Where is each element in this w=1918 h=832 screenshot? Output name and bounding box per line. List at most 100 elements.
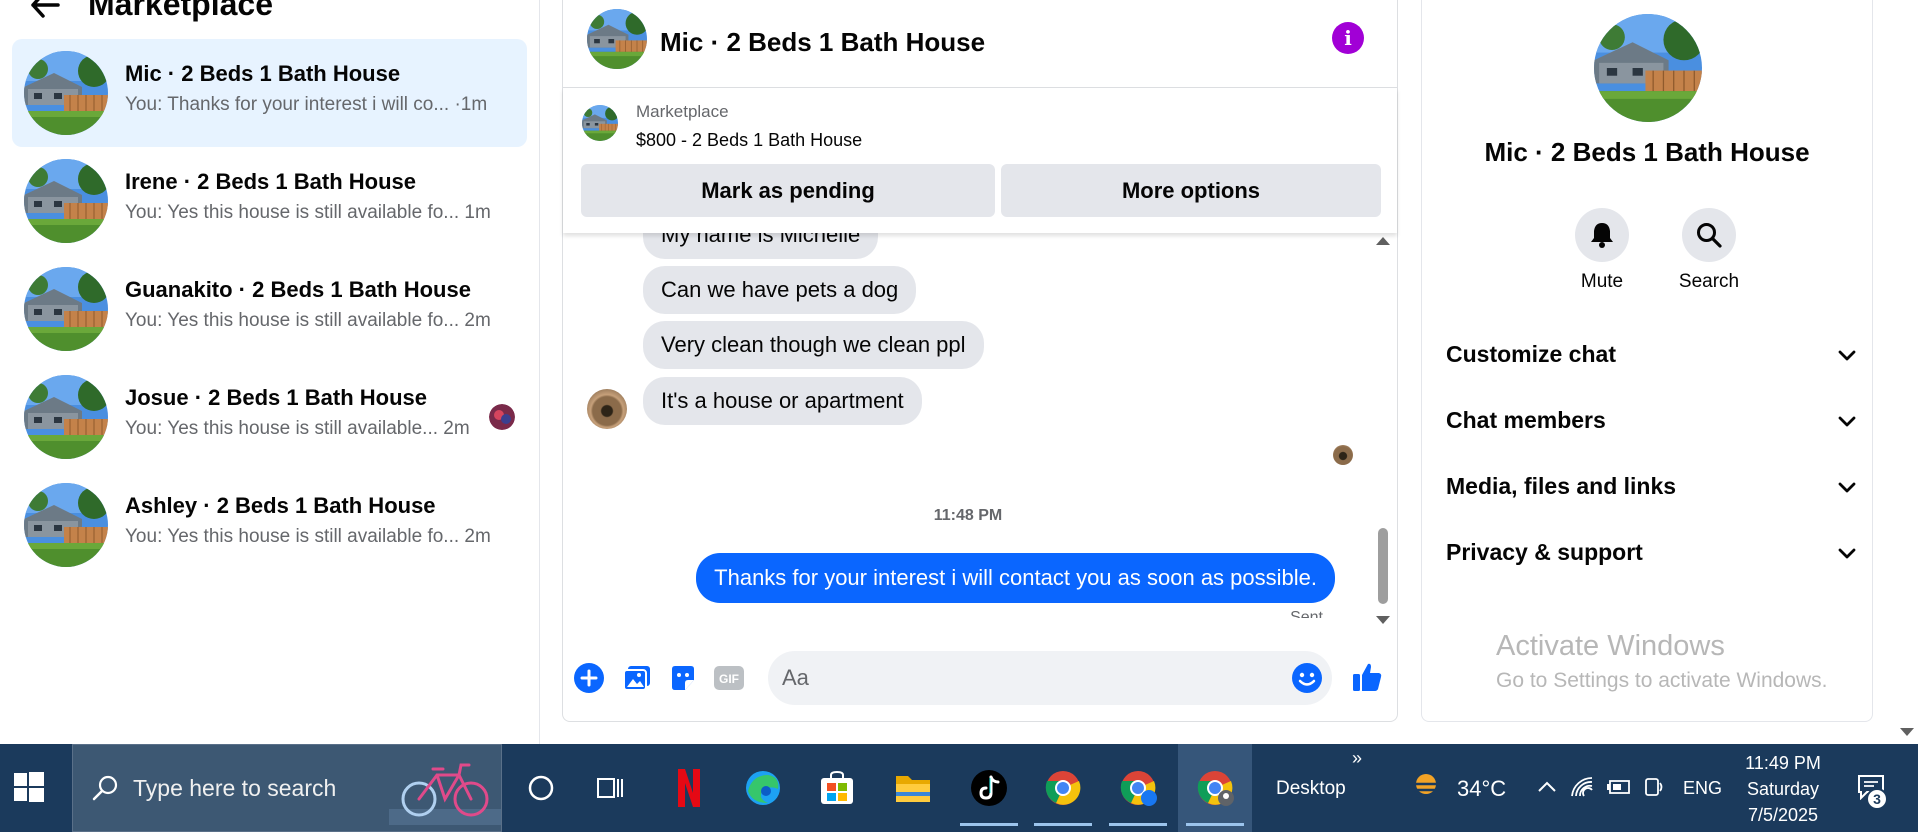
conversation-name: Mic · 2 Beds 1 Bath House	[125, 61, 401, 86]
watermark-subtitle: Go to Settings to activate Windows.	[1496, 669, 1828, 692]
speaker-icon[interactable]	[1641, 774, 1667, 800]
profile-avatar[interactable]	[1594, 14, 1702, 122]
sender-avatar[interactable]	[587, 389, 627, 429]
taskbar-search-placeholder: Type here to search	[133, 775, 337, 801]
listing-title[interactable]: $800 - 2 Beds 1 Bath House	[636, 130, 862, 151]
message-timestamp: 11:48 PM	[933, 507, 1003, 524]
more-options-button[interactable]: More options	[1001, 164, 1381, 217]
conversation-preview: You: Yes this house is still available f…	[125, 526, 491, 547]
scrollbar-thumb[interactable]	[1378, 528, 1388, 604]
tiktok-icon[interactable]	[952, 744, 1026, 832]
conversation-item-irene[interactable]: Irene · 2 Beds 1 Bath House You: Yes thi…	[12, 147, 527, 255]
edge-browser-icon[interactable]	[726, 744, 800, 832]
listing-thumbnail	[24, 375, 108, 459]
notification-count-badge: 3	[1866, 788, 1888, 810]
marketplace-label: Marketplace	[636, 102, 729, 121]
search-icon[interactable]	[1682, 208, 1736, 262]
row-label: Privacy & support	[1446, 538, 1643, 565]
privacy-support-row[interactable]: Privacy & support	[1446, 532, 1856, 572]
seen-avatar	[1333, 445, 1353, 465]
task-view-icon[interactable]	[574, 744, 648, 832]
chrome-profile-icon[interactable]	[1101, 744, 1175, 832]
desktop-toolbar-label[interactable]: Desktop	[1276, 778, 1346, 800]
bell-icon[interactable]	[1575, 208, 1629, 262]
windows-start-icon[interactable]	[14, 772, 50, 808]
microsoft-store-icon[interactable]	[800, 744, 874, 832]
conversation-item-guanakito[interactable]: Guanakito · 2 Beds 1 Bath House You: Yes…	[12, 255, 527, 363]
cortana-icon[interactable]	[504, 744, 578, 832]
file-explorer-icon[interactable]	[876, 744, 950, 832]
back-arrow-icon[interactable]	[28, 0, 62, 22]
wifi-icon[interactable]	[1569, 774, 1595, 800]
message-bubble-incoming: It's a house or apartment	[643, 377, 922, 425]
chat-title[interactable]: Mic · 2 Beds 1 Bath House	[660, 27, 985, 58]
sent-status: Sent	[1290, 609, 1323, 618]
mark-as-pending-button[interactable]: Mark as pending	[581, 164, 995, 217]
taskbar-search-box[interactable]: Type here to search	[72, 744, 502, 832]
search-icon	[91, 773, 121, 808]
chevron-down-icon	[1838, 407, 1856, 434]
chevron-down-icon	[1838, 473, 1856, 500]
scroll-down-arrow[interactable]	[1376, 616, 1390, 624]
message-input-box[interactable]	[768, 651, 1332, 705]
plus-icon[interactable]	[573, 662, 605, 694]
scroll-up-arrow[interactable]	[1376, 237, 1390, 245]
conversation-name: Ashley · 2 Beds 1 Bath House	[125, 493, 436, 518]
conversation-item-mic[interactable]: Mic · 2 Beds 1 Bath House You: Thanks fo…	[12, 39, 527, 147]
info-icon[interactable]: i	[1332, 22, 1364, 54]
photo-icon[interactable]	[621, 662, 653, 694]
conversation-preview: You: Yes this house is still available f…	[125, 202, 491, 223]
chevron-up-icon[interactable]	[1534, 774, 1560, 800]
thumbs-up-icon[interactable]	[1349, 659, 1385, 695]
conversation-name: Guanakito · 2 Beds 1 Bath House	[125, 277, 471, 302]
emoji-icon[interactable]	[1290, 661, 1324, 695]
bicycle-icon	[389, 755, 501, 825]
page-scroll-down-arrow[interactable]	[1900, 728, 1914, 736]
chrome-icon[interactable]	[1026, 744, 1100, 832]
mute-label: Mute	[1580, 271, 1624, 292]
mute-action[interactable]: Mute	[1557, 208, 1647, 293]
weather-icon[interactable]	[1408, 772, 1444, 798]
chrome-active-window-icon[interactable]	[1178, 744, 1252, 832]
search-action[interactable]: Search	[1664, 208, 1754, 293]
gif-icon[interactable]: GIF	[713, 662, 745, 694]
battery-icon[interactable]	[1605, 774, 1631, 800]
message-composer: GIF	[563, 645, 1397, 709]
netflix-icon[interactable]	[652, 744, 726, 832]
marketplace-header: Marketplace	[28, 0, 273, 23]
conversation-name: Irene · 2 Beds 1 Bath House	[125, 169, 416, 194]
conversation-item-josue[interactable]: Josue · 2 Beds 1 Bath House You: Yes thi…	[12, 363, 527, 471]
message-bubble-incoming: Can we have pets a dog	[643, 266, 917, 314]
watermark-title: Activate Windows	[1496, 630, 1725, 662]
listing-thumbnail	[24, 483, 108, 567]
chat-members-row[interactable]: Chat members	[1446, 400, 1856, 440]
seen-avatar	[489, 404, 515, 430]
message-input[interactable]	[782, 651, 1262, 705]
listing-thumbnail[interactable]	[582, 105, 618, 141]
chevron-down-icon	[1838, 341, 1856, 368]
chat-details-panel: Mic · 2 Beds 1 Bath House Mute Search Cu…	[1421, 0, 1873, 722]
conversation-preview: You: Yes this house is still available..…	[125, 418, 470, 439]
clock-date: 7/5/2025	[1747, 805, 1819, 825]
conversation-item-ashley[interactable]: Ashley · 2 Beds 1 Bath House You: Yes th…	[12, 471, 527, 579]
weather-temperature[interactable]: 34°C	[1457, 776, 1506, 802]
sticker-icon[interactable]	[667, 662, 699, 694]
row-label: Media, files and links	[1446, 472, 1677, 499]
chat-panel: Mic · 2 Beds 1 Bath House i Marketplace …	[562, 0, 1398, 722]
toolbar-overflow-chevron[interactable]: »	[1352, 748, 1362, 769]
message-list: My name is Michelle Can we have pets a d…	[563, 233, 1373, 618]
page-title: Marketplace	[88, 0, 273, 22]
conversation-preview: You: Yes this house is still available f…	[125, 310, 491, 331]
listing-thumbnail	[24, 267, 108, 351]
input-language[interactable]: ENG	[1683, 778, 1722, 799]
activate-windows-watermark: Activate Windows Go to Settings to activ…	[1496, 630, 1828, 693]
taskbar-clock[interactable]: 11:49 PM Saturday 7/5/2025	[1728, 750, 1838, 828]
chat-avatar[interactable]	[587, 9, 647, 69]
customize-chat-row[interactable]: Customize chat	[1446, 334, 1856, 374]
gif-label: GIF	[719, 672, 739, 686]
message-bubble-incoming: My name is Michelle	[643, 233, 879, 259]
details-title: Mic · 2 Beds 1 Bath House	[1484, 137, 1810, 167]
media-files-links-row[interactable]: Media, files and links	[1446, 466, 1856, 506]
listing-thumbnail	[24, 159, 108, 243]
conversation-preview: You: Thanks for your interest i will co.…	[125, 94, 488, 115]
